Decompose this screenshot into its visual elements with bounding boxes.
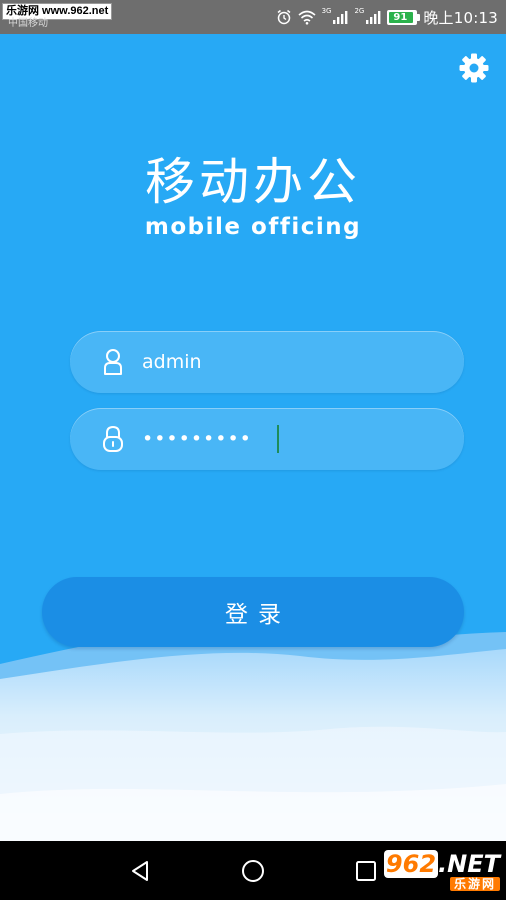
watermark-domain: .NET xyxy=(438,850,500,878)
back-button[interactable] xyxy=(124,855,156,887)
status-icons: 3G 2G 91 晚上10:13 xyxy=(276,6,498,28)
wifi-icon xyxy=(298,9,316,25)
settings-button[interactable] xyxy=(456,50,492,86)
home-circle-icon xyxy=(242,860,264,882)
home-button[interactable] xyxy=(237,855,269,887)
clock: 晚上10:13 xyxy=(423,8,498,27)
recent-square-icon xyxy=(356,861,376,881)
lock-icon xyxy=(98,425,128,453)
watermark-bottom: 962.NET 乐游网 xyxy=(383,850,500,892)
login-screen: 移动办公 mobile officing 登录 xyxy=(0,34,506,841)
gear-icon xyxy=(459,53,489,83)
battery-level: 91 xyxy=(393,11,408,23)
network-label-2g: 2G xyxy=(354,6,365,15)
app-title: 移动办公 xyxy=(145,153,361,211)
text-caret xyxy=(277,425,279,453)
status-bar: 乐游网 www.962.net 中国移动 3G 2G 91 晚上10:13 xyxy=(0,0,506,34)
battery-indicator: 91 xyxy=(387,9,421,25)
navigation-bar: 962.NET 乐游网 xyxy=(0,841,506,900)
app-subtitle: mobile officing xyxy=(144,214,362,240)
carrier-label: 中国移动 xyxy=(8,18,48,29)
username-input[interactable] xyxy=(142,351,442,373)
watermark-logo: 962.NET xyxy=(383,850,500,878)
signal-icon-1 xyxy=(332,9,348,25)
alarm-icon xyxy=(276,9,292,25)
password-field[interactable] xyxy=(70,408,464,470)
login-button[interactable]: 登录 xyxy=(42,577,464,647)
watermark-sub: 乐游网 xyxy=(449,877,500,891)
user-icon xyxy=(98,348,128,376)
recent-apps-button[interactable] xyxy=(350,855,382,887)
password-input[interactable] xyxy=(142,428,275,450)
back-triangle-icon xyxy=(132,861,148,881)
watermark-number: 962 xyxy=(383,850,439,878)
signal-icon-2 xyxy=(365,9,381,25)
username-field[interactable] xyxy=(70,331,464,393)
network-label-3g: 3G xyxy=(321,6,332,15)
